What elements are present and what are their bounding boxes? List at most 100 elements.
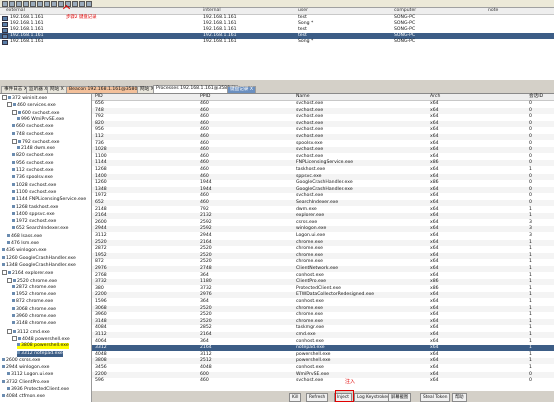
tree-node[interactable]: 2872 chrome.exe	[12, 284, 56, 291]
process-row[interactable]: 596 460 svchost.exe x64 0	[92, 378, 554, 384]
tree-node[interactable]: 3808 powershell.exe	[17, 343, 69, 350]
tree-node[interactable]: 660 svchost.exe	[12, 124, 53, 130]
tree-node[interactable]: 1260 GoogleCrashHandler.exe	[2, 255, 76, 262]
tree-node[interactable]: 372 wininit.exe	[2, 95, 47, 101]
process-row[interactable]: 1596 364 conhost.exe x64 1	[92, 299, 554, 305]
connect-icon[interactable]	[2, 1, 8, 7]
tree-node[interactable]: 3312 notepad.exe	[17, 350, 63, 357]
tree-node[interactable]: 3732 ClientPro.exe	[2, 379, 49, 386]
picture-icon[interactable]	[51, 1, 57, 7]
tree-node[interactable]: 436 winlogon.exe	[2, 248, 47, 254]
tree-node[interactable]: 3068 chrome.exe	[12, 306, 56, 313]
tree-node[interactable]: 820 svchost.exe	[12, 153, 53, 159]
process-row[interactable]: 1972 460 svchost.exe x64 0	[92, 193, 554, 199]
tree-node[interactable]: 476 lsm.exe	[7, 241, 39, 247]
process-row[interactable]: 2148 792 dwm.exe x64 1	[92, 207, 554, 213]
col-pid[interactable]: PID	[95, 94, 103, 100]
process-row[interactable]: 3068 2520 chrome.exe x64 1	[92, 305, 554, 312]
col-external[interactable]: external	[6, 8, 25, 14]
tree-node[interactable]: 2164 explorer.exe	[2, 270, 53, 276]
tree-node[interactable]: 460 services.exe	[7, 102, 56, 108]
tree-node[interactable]: 112 svchost.exe	[12, 168, 53, 174]
process-row[interactable]: 3312 2164 notepad.exe x64 1	[92, 345, 554, 352]
tree-node[interactable]: 652 SearchIndexer.exe	[12, 226, 68, 232]
help-button[interactable]: 帮助	[452, 393, 467, 402]
tab-2[interactable]: 网站 X	[47, 86, 67, 93]
process-row[interactable]: 2944 2592 winlogon.exe x64 3	[92, 226, 554, 233]
tree-node[interactable]: 748 svchost.exe	[12, 131, 53, 138]
process-row[interactable]: 1348 1944 GoogleCrashHandler.exe x64 0	[92, 186, 554, 193]
headphones-icon[interactable]	[16, 1, 22, 7]
tree-node[interactable]: 3936 ProtectedClient.exe	[7, 387, 69, 393]
process-row[interactable]: 656 460 svchost.exe x64 0	[92, 101, 554, 107]
process-row[interactable]: 112 460 svchost.exe x64 0	[92, 134, 554, 140]
tree-node[interactable]: 1972 svchost.exe	[12, 219, 56, 225]
tree-node[interactable]: 736 spoolsv.exe	[12, 175, 53, 181]
process-row[interactable]: 1952 2520 chrome.exe x64 1	[92, 252, 554, 259]
cloud-icon[interactable]	[86, 1, 92, 7]
process-row[interactable]: 652 460 SearchIndexer.exe x64 0	[92, 200, 554, 206]
process-row[interactable]: 2872 2520 chrome.exe x64 1	[92, 246, 554, 252]
process-row[interactable]: 2768 364 conhost.exe x64 1	[92, 273, 554, 279]
process-row[interactable]: 380 3732 ProtectedClient.exe x86 1	[92, 286, 554, 292]
process-row[interactable]: 3112 2944 Logon.ui.exe x64 3	[92, 233, 554, 239]
tree-node[interactable]: 3148 chrome.exe	[12, 321, 56, 327]
process-row[interactable]: 1028 460 svchost.exe x64 0	[92, 147, 554, 154]
kill-button[interactable]: Kill	[289, 393, 302, 402]
expand-toggle-icon[interactable]	[12, 335, 17, 341]
process-row[interactable]: 3960 2520 chrome.exe x64 1	[92, 312, 554, 318]
pivot-icon[interactable]	[30, 1, 36, 7]
process-row[interactable]: 3456 4048 conhost.exe x64 1	[92, 365, 554, 371]
expand-toggle-icon[interactable]	[7, 277, 12, 283]
tree-node[interactable]: 1100 svchost.exe	[12, 189, 56, 196]
tree-node[interactable]: 2148 dwm.exe	[17, 146, 55, 152]
tree-node[interactable]: 1952 chrome.exe	[12, 292, 56, 298]
tree-node[interactable]: 1348 GoogleCrashHandler.exe	[2, 262, 76, 269]
process-row[interactable]: 3808 2512 powershell.exe x64 1	[92, 358, 554, 365]
process-row[interactable]: 1144 460 FNPLicensingService.exe x86 0	[92, 160, 554, 167]
tree-node[interactable]: 3112 Logon.ui.exe	[7, 372, 53, 378]
log-keystrokes-button[interactable]: Log Keystrokes	[354, 393, 393, 402]
process-row[interactable]: 2200 600 WmiPrvSE.exe x64 0	[92, 371, 554, 378]
tree-node[interactable]: 3112 cmd.exe	[7, 328, 50, 335]
tree-node[interactable]: 600 svchost.exe	[12, 109, 59, 116]
process-row[interactable]: 3112 2164 cmd.exe x64 1	[92, 332, 554, 338]
col-ppid[interactable]: PPID	[200, 94, 210, 100]
process-row[interactable]: 2520 2164 chrome.exe x64 1	[92, 239, 554, 246]
expand-toggle-icon[interactable]	[2, 270, 7, 276]
tree-node[interactable]: 468 lsass.exe	[7, 233, 42, 240]
process-row[interactable]: 2164 2132 explorer.exe x64 1	[92, 213, 554, 220]
process-row[interactable]: 4048 3112 powershell.exe x64 1	[92, 352, 554, 358]
tree-node[interactable]: 1268 taskhost.exe	[12, 204, 58, 211]
col-note[interactable]: note	[488, 8, 498, 14]
col-internal[interactable]: internal	[203, 8, 221, 14]
process-row[interactable]: 1260 1944 GoogleCrashHandler.exe x86 0	[92, 180, 554, 186]
target-icon[interactable]	[23, 1, 29, 7]
col-session-id[interactable]: 会话ID	[529, 94, 543, 100]
screenshot-button[interactable]: 屏幕截图	[388, 393, 412, 402]
book-icon[interactable]	[79, 1, 85, 7]
refresh-button[interactable]: Refresh	[306, 393, 329, 402]
expand-toggle-icon[interactable]	[7, 102, 12, 108]
col-user[interactable]: user	[298, 8, 308, 14]
process-row[interactable]: 2976 2748 ClientNetwork.exe x64 1	[92, 266, 554, 272]
process-row[interactable]: 2600 2592 csrss.exe x64 3	[92, 220, 554, 226]
tab-6[interactable]: 键盘记录 X	[227, 86, 256, 93]
expand-toggle-icon[interactable]	[7, 328, 12, 334]
process-row[interactable]: 2200 2976 ETWDataCollectorRedesigned.exe x6…	[92, 292, 554, 299]
process-row[interactable]: 1268 460 taskhost.exe x64 1	[92, 167, 554, 173]
steal-token-button[interactable]: Steal Token	[420, 393, 451, 402]
col-arch[interactable]: Arch	[430, 94, 440, 100]
process-row[interactable]: 1100 460 svchost.exe x64 0	[92, 154, 554, 160]
process-row[interactable]: 3148 2520 chrome.exe x64 1	[92, 318, 554, 325]
tree-node[interactable]: 2520 chrome.exe	[7, 277, 57, 284]
process-row[interactable]: 4084 2852 taskmgr.exe x64 1	[92, 325, 554, 331]
process-row[interactable]: 4064 364 conhost.exe x64 1	[92, 339, 554, 345]
tree-node[interactable]: 1028 svchost.exe	[12, 182, 56, 189]
tree-node[interactable]: 4084 ctfmon.exe	[2, 394, 45, 400]
process-row[interactable]: 3732 1180 ClientPro.exe x86 1	[92, 279, 554, 286]
col-computer[interactable]: computer	[394, 8, 416, 14]
tree-node[interactable]: 1400 sppsvc.exe	[12, 211, 55, 218]
expand-toggle-icon[interactable]	[2, 95, 7, 100]
globe-icon[interactable]	[72, 1, 78, 7]
